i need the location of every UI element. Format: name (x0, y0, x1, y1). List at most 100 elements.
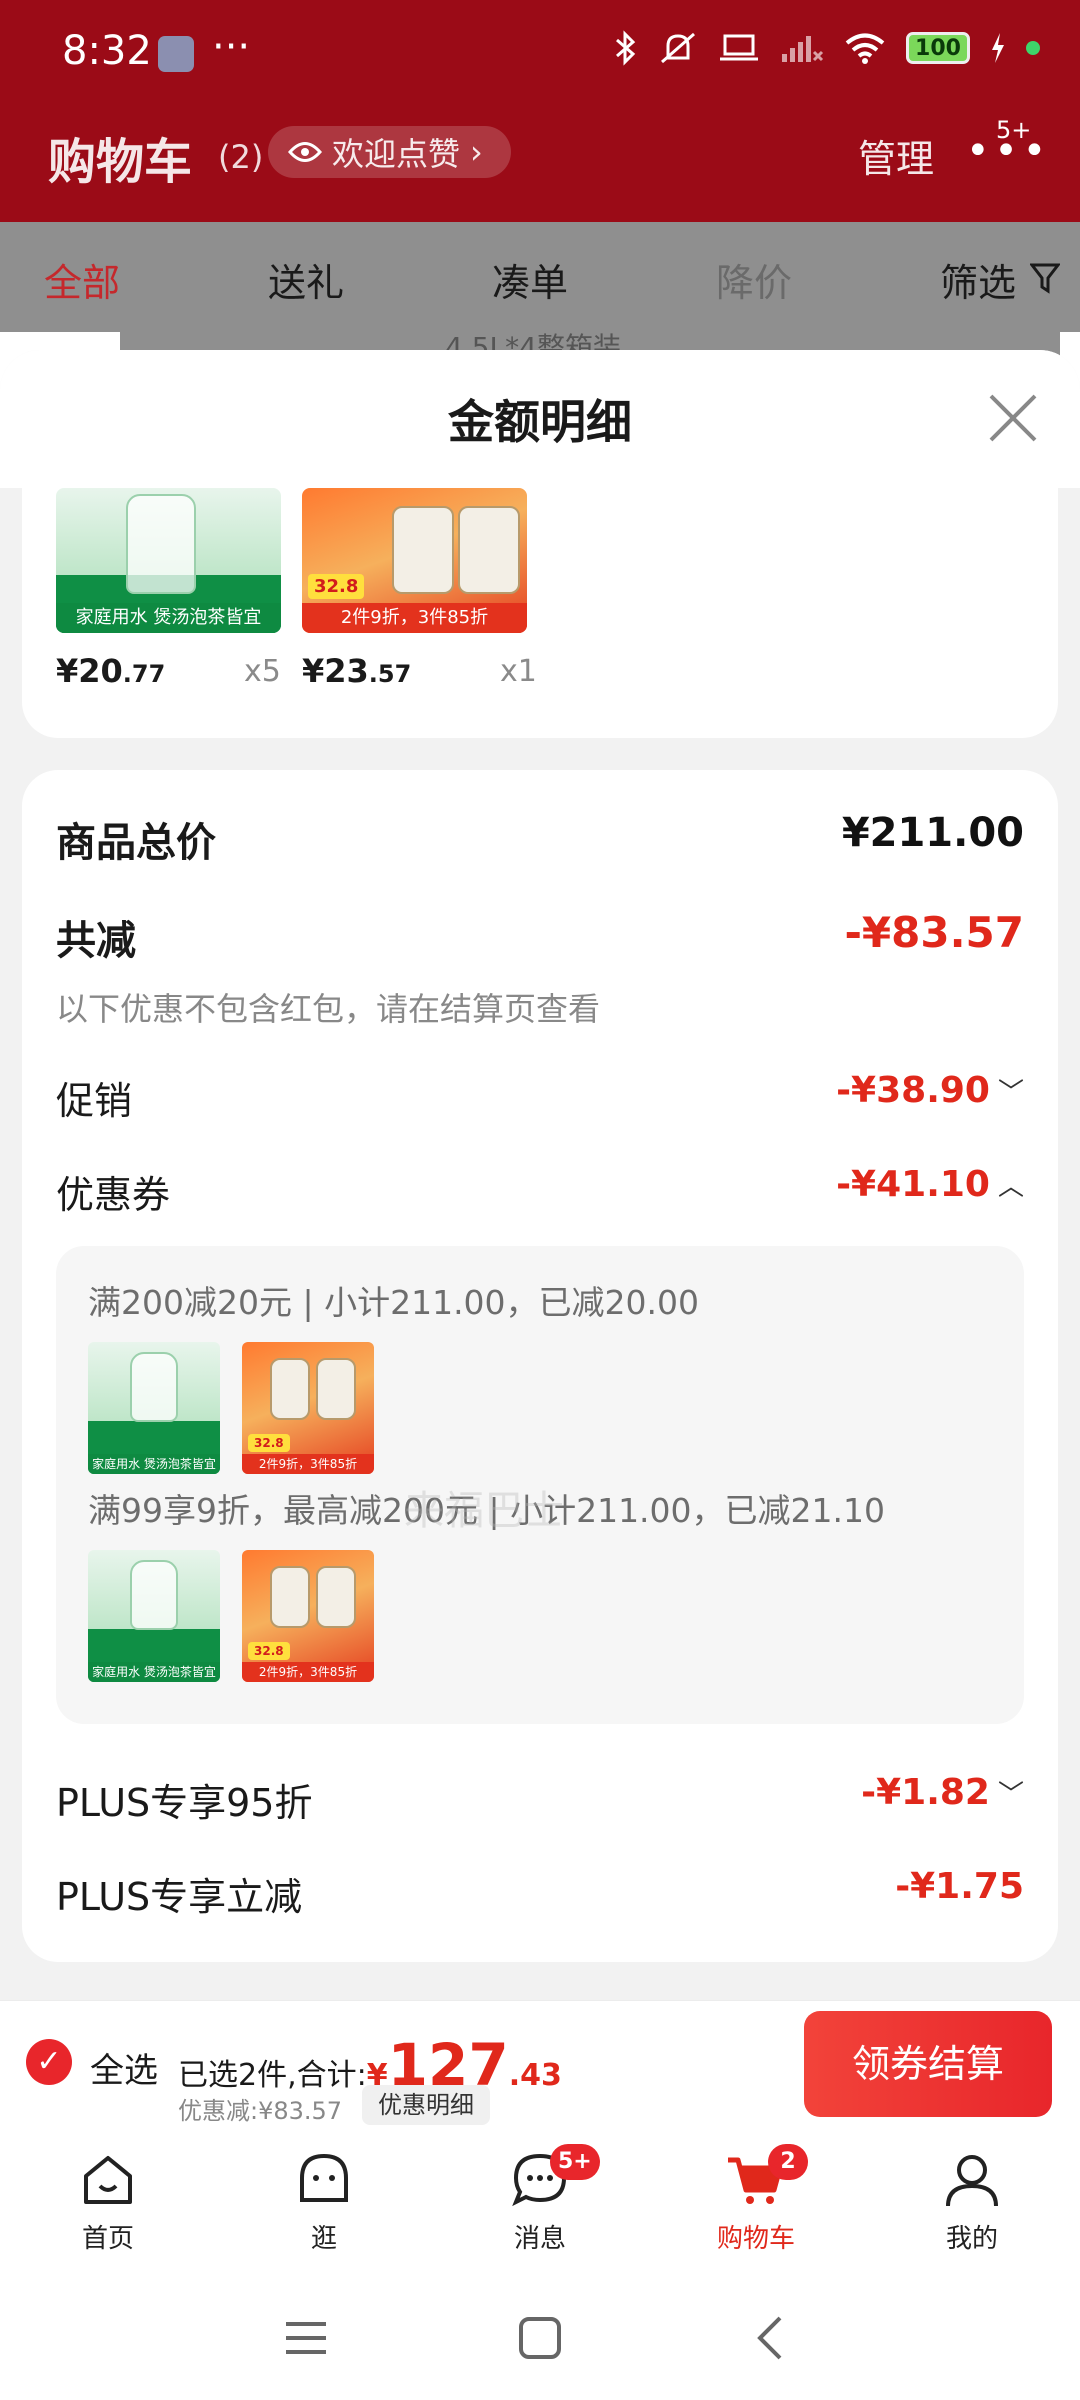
jar-image (316, 1566, 356, 1628)
plus-95-value: -¥1.82 (861, 1772, 990, 1813)
tab-cart[interactable]: 购物车 2 (676, 2144, 836, 2255)
close-icon[interactable] (985, 390, 1041, 446)
goods-total-value: ¥211.00 (841, 810, 1024, 856)
price-summary-card: 商品总价 ¥211.00 共减 -¥83.57 以下优惠不包含红包，请在结算页查… (22, 770, 1058, 1962)
tab-label: 我的 (945, 2224, 998, 2254)
discount-detail-button[interactable]: 优惠明细 (362, 2085, 490, 2125)
thumbnail-caption: 2件9折，3件85折 (242, 1662, 374, 1682)
coupon-rule: 满200减20元 | 小计211.00，已减20.00 (88, 1283, 700, 1322)
select-all-checkbox[interactable]: ✓ (26, 2039, 72, 2085)
thumbnail-caption: 家庭用水 煲汤泡茶皆宜 (88, 1454, 220, 1474)
more-badge: 5+ (996, 116, 1032, 144)
tab-filter[interactable]: 筛选 (940, 252, 1016, 307)
jar-image (270, 1566, 310, 1628)
jar-image (316, 1358, 356, 1420)
signal-icon (782, 36, 824, 62)
status-dots: ··· (212, 24, 251, 70)
item-price: ¥20.77 (56, 652, 166, 690)
product-thumbnail-water[interactable]: 家庭用水 煲汤泡茶皆宜 (56, 488, 281, 633)
item-quantity: x1 (500, 654, 537, 689)
sheet-title: 金额明细 (448, 395, 632, 449)
home-square-icon[interactable] (512, 2310, 568, 2366)
cart-badge: 2 (768, 2144, 808, 2180)
goods-total-label: 商品总价 (56, 820, 216, 866)
chevron-down-icon: ﹀ (997, 1078, 1024, 1108)
tab-label: 购物车 (716, 2224, 795, 2254)
wrench-icon (158, 36, 194, 72)
water-bottle-image (130, 1352, 178, 1422)
filter-tabs: 全部 送礼 凑单 降价 筛选 (0, 222, 1080, 332)
jar-image (392, 506, 454, 594)
tab-gift[interactable]: 送礼 (268, 252, 344, 307)
page-title: 购物车 (48, 134, 193, 190)
tab-all[interactable]: 全部 (44, 252, 120, 307)
like-label: 欢迎点赞 (332, 135, 461, 173)
manage-button[interactable]: 管理 (858, 128, 934, 183)
coupon-product-thumbnail[interactable]: 家庭用水 煲汤泡茶皆宜 (88, 1342, 220, 1474)
plus-95-label: PLUS专享95折 (56, 1781, 313, 1825)
discount-amount: 优惠减:¥83.57 (178, 2097, 343, 2125)
selected-prefix: 已选2件,合计: (178, 2058, 367, 2093)
laptop-icon (720, 34, 758, 61)
total-reduce-label: 共减 (56, 918, 136, 964)
water-bottle-image (130, 1560, 178, 1630)
coupon-label: 优惠券 (56, 1173, 171, 1217)
bottom-tab-bar: 首页 逛 消息 5+ 购物车 2 我的 (0, 2130, 1080, 2272)
promotion-row-toggle[interactable]: -¥38.90 ﹀ (836, 1070, 1024, 1111)
amount-detail-sheet: 金额明细 家庭用水 煲汤泡茶皆宜 32.8 2件9折，3件85折 ¥20.77 … (0, 350, 1080, 2000)
water-bottle-image (126, 494, 196, 594)
filter-funnel-icon (1030, 263, 1060, 294)
tab-label: 逛 (310, 2224, 337, 2254)
plus-95-row-toggle[interactable]: -¥1.82 ﹀ (861, 1772, 1024, 1813)
tab-browse[interactable]: 逛 (244, 2148, 404, 2255)
chevron-right-icon: › (470, 133, 483, 171)
price-tag: 32.8 (248, 1434, 290, 1452)
thumbnail-caption: 2件9折，3件85折 (242, 1454, 374, 1474)
checkout-bar: ✓ 全选 已选2件,合计: ¥127.43 优惠减:¥83.57 优惠明细 领券… (0, 2000, 1080, 2130)
plus-instant-label: PLUS专享立减 (56, 1875, 303, 1919)
thumbnail-caption: 家庭用水 煲汤泡茶皆宜 (88, 1662, 220, 1682)
coupon-value: -¥41.10 (836, 1164, 990, 1205)
mute-icon (661, 32, 695, 64)
home-icon (84, 2156, 132, 2204)
tab-bundle[interactable]: 凑单 (492, 252, 568, 307)
checkout-button[interactable]: 领券结算 (804, 2011, 1052, 2117)
chevron-up-icon: ︿ (997, 1172, 1024, 1202)
product-list-card: 家庭用水 煲汤泡茶皆宜 32.8 2件9折，3件85折 ¥20.77 x5 ¥2… (22, 460, 1058, 738)
item-price: ¥23.57 (302, 652, 412, 690)
coupon-row-toggle[interactable]: -¥41.10 ︿ (836, 1164, 1024, 1205)
tab-home[interactable]: 首页 (28, 2148, 188, 2255)
tab-profile[interactable]: 我的 (892, 2148, 1052, 2255)
profile-icon (946, 2155, 998, 2207)
jar-image (270, 1358, 310, 1420)
charging-icon (992, 33, 1004, 63)
like-button[interactable]: 欢迎点赞 › (268, 126, 511, 178)
bluetooth-icon (616, 30, 636, 66)
product-thumbnail-mushroom[interactable]: 32.8 2件9折，3件85折 (302, 488, 527, 633)
watermark: 来福巴士 (404, 1488, 564, 1534)
promotion-label: 促销 (56, 1079, 133, 1123)
system-navigation-bar (0, 2272, 1080, 2400)
back-icon[interactable] (744, 2310, 800, 2366)
plus-instant-value: -¥1.75 (895, 1866, 1024, 1907)
status-bar: 8:32 ··· 100 (0, 0, 1080, 105)
coupon-product-thumbnail[interactable]: 家庭用水 煲汤泡茶皆宜 (88, 1550, 220, 1682)
coupon-product-thumbnail[interactable]: 32.8 2件9折，3件85折 (242, 1342, 374, 1474)
status-time: 8:32 (62, 28, 152, 74)
coupon-product-thumbnail[interactable]: 32.8 2件9折，3件85折 (242, 1550, 374, 1682)
select-all-label[interactable]: 全选 (90, 2043, 158, 2092)
menu-icon[interactable] (278, 2310, 334, 2366)
jar-image (458, 506, 520, 594)
wifi-icon (845, 33, 885, 64)
message-badge: 5+ (550, 2144, 600, 2180)
tab-label: 消息 (513, 2224, 566, 2254)
tab-price-drop[interactable]: 降价 (716, 252, 792, 307)
tab-messages[interactable]: 消息 5+ (460, 2144, 620, 2255)
item-quantity: x5 (244, 654, 281, 689)
thumbnail-caption: 家庭用水 煲汤泡茶皆宜 (56, 603, 281, 633)
cart-count: (2) (218, 138, 264, 176)
thumbnail-caption: 2件9折，3件85折 (302, 603, 527, 633)
chevron-down-icon: ﹀ (997, 1780, 1024, 1810)
battery-icon: 100 (906, 32, 970, 64)
price-tag: 32.8 (308, 574, 365, 599)
